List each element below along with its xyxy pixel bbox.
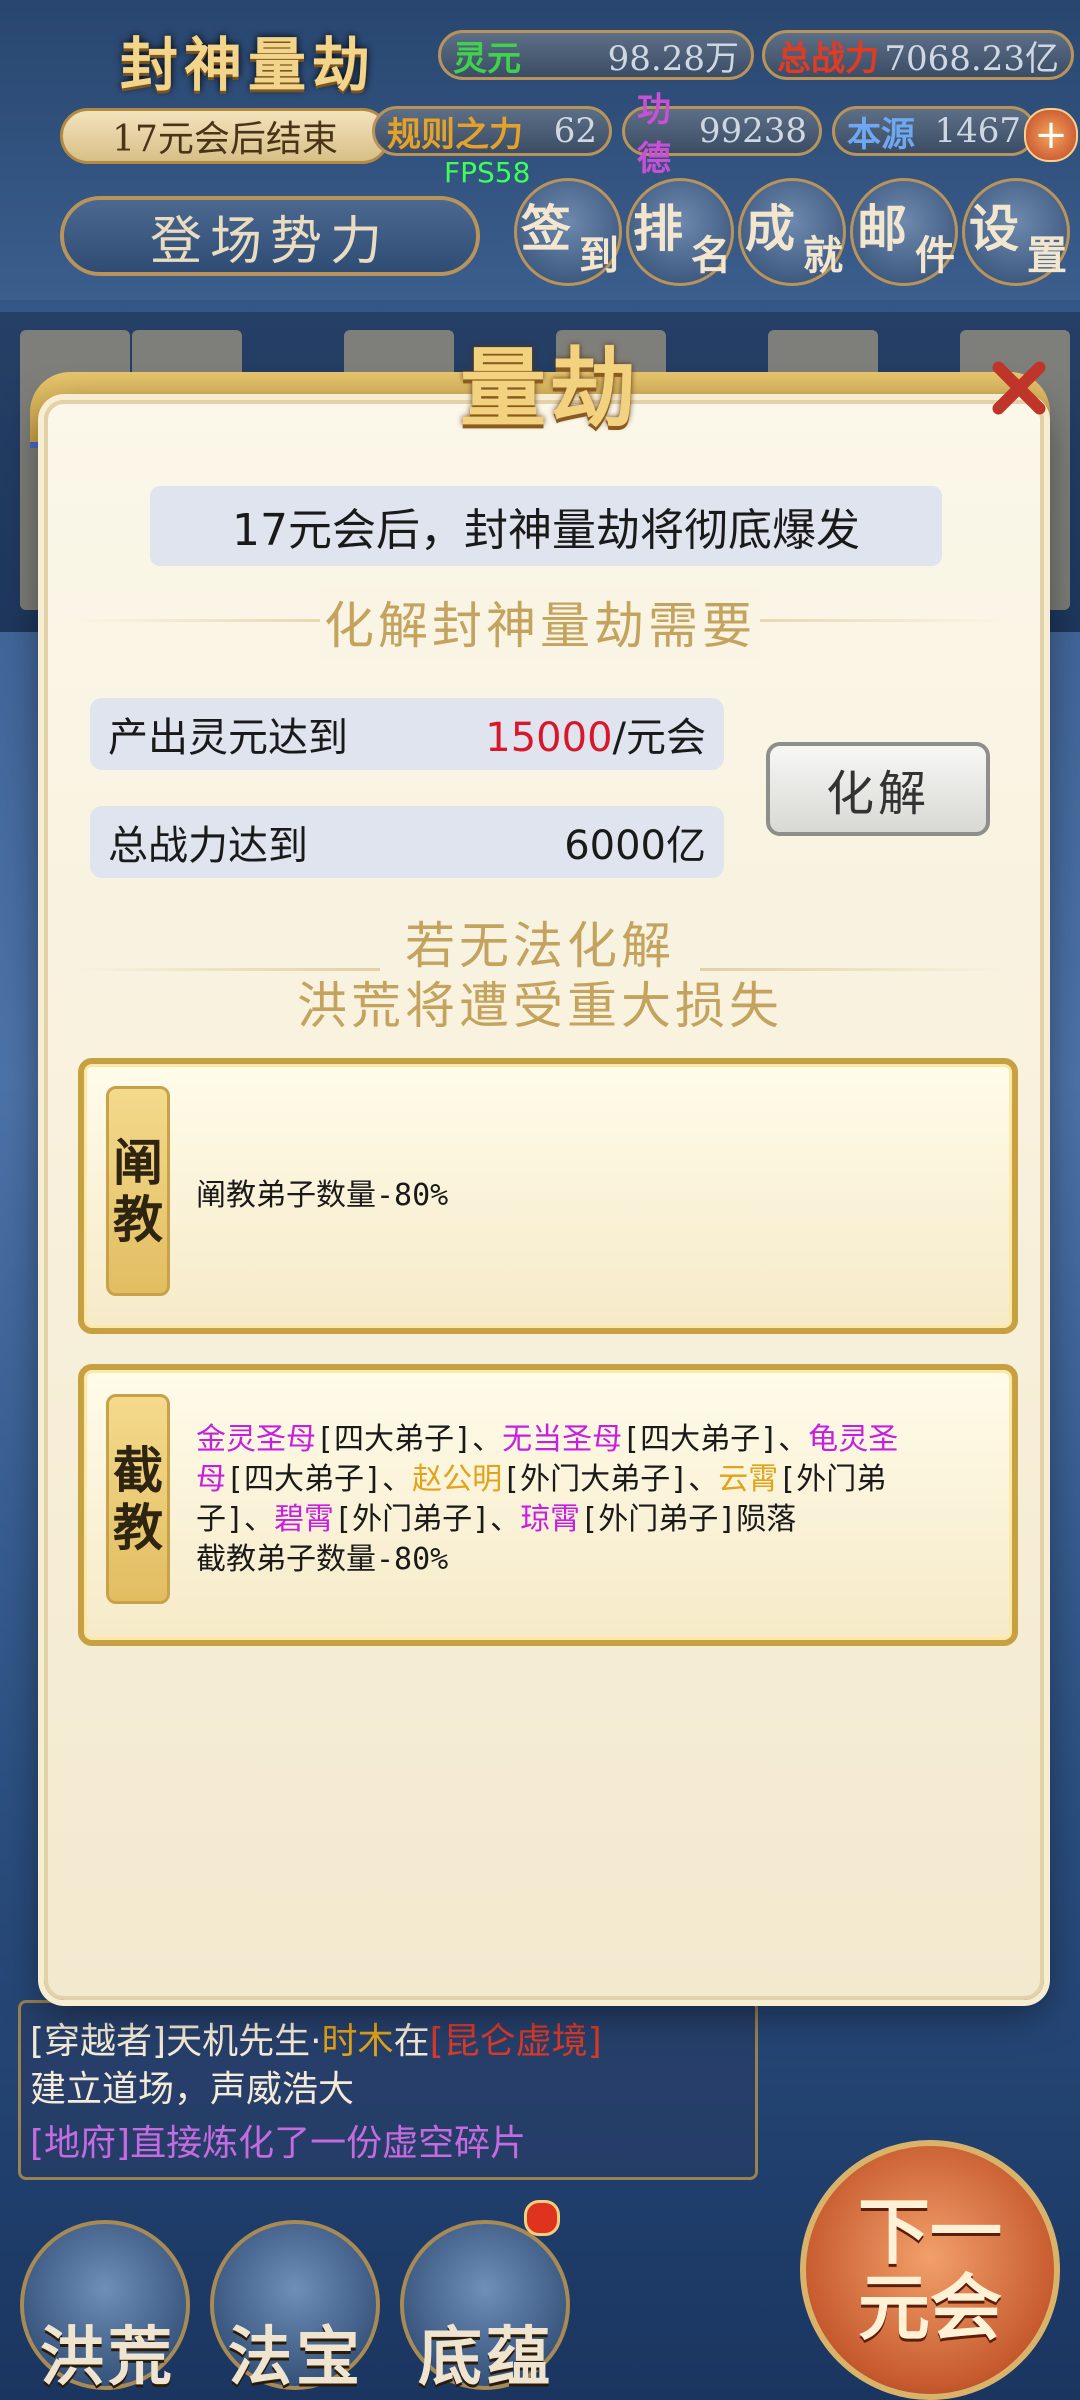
jie-sect-tag-2: 教 xyxy=(113,1498,163,1557)
requirement-lingyuan: 产出灵元达到 15000/元会 xyxy=(90,698,724,770)
requirements-title: 化解封神量劫需要 xyxy=(320,586,760,658)
log-line-1: [穿越者]天机先生·时木在[昆仑虚境] xyxy=(30,2012,602,2064)
origin-label: 本源 xyxy=(847,114,915,155)
jie-line-2: 母[四大弟子]、赵公明[外门大弟子]、云霄[外门弟 xyxy=(196,1460,996,1500)
next-era-button[interactable]: 下一 元会 xyxy=(800,2140,1060,2400)
lingyuan-stat: 灵元 98.28万 xyxy=(438,30,754,80)
rule-stat: 规则之力 62 xyxy=(372,106,612,156)
signin-label-b: 到 xyxy=(579,232,619,279)
jie-name-6: 碧霄 xyxy=(274,1502,335,1537)
requirement-power-label: 总战力达到 xyxy=(108,823,308,869)
diyun-label: 底蕴 xyxy=(418,2320,554,2395)
honghuang-label: 洪荒 xyxy=(40,2320,176,2395)
log-line-2: 建立道场，声威浩大 xyxy=(30,2069,355,2110)
merit-label: 功德 xyxy=(637,90,671,179)
merit-stat: 功德 99238 xyxy=(622,90,822,179)
failure-warning-line-2: 洪荒将遭受重大损失 xyxy=(297,977,783,1035)
jie-sect-tag: 截 教 xyxy=(106,1394,170,1604)
jie-line-4: 截教弟子数量-80% xyxy=(196,1542,449,1577)
rule-value: 62 xyxy=(553,111,597,151)
lingyuan-value: 98.28万 xyxy=(607,38,739,79)
lingyuan-label: 灵元 xyxy=(453,38,521,79)
origin-stat: 本源 1467 xyxy=(832,106,1036,156)
chan-sect-tag-2: 教 xyxy=(113,1190,163,1249)
next-era-label-2: 元会 xyxy=(857,2265,1002,2350)
origin-value: 1467 xyxy=(934,111,1021,151)
jie-name-7: 琼霄 xyxy=(520,1502,581,1537)
ranking-button[interactable]: 排 名 xyxy=(626,178,734,286)
jie-role-1: [四大弟子]、 xyxy=(316,1422,503,1457)
jie-name-1: 金灵圣母 xyxy=(196,1422,316,1457)
requirement-power: 总战力达到 6000亿 xyxy=(90,806,724,878)
jie-role-4: [外门大弟子]、 xyxy=(502,1462,719,1497)
jie-role-3: [四大弟子]、 xyxy=(226,1462,413,1497)
merit-value: 99238 xyxy=(698,111,807,151)
jie-name-2: 无当圣母 xyxy=(502,1422,623,1457)
rule-label: 规则之力 xyxy=(387,114,523,155)
chan-sect-tag-1: 阐 xyxy=(113,1132,163,1192)
jie-name-4: 赵公明 xyxy=(412,1462,503,1497)
settings-label-b: 置 xyxy=(1027,232,1067,279)
jie-role-5a: [外门弟 xyxy=(778,1462,887,1497)
power-label: 总战力 xyxy=(777,38,879,79)
jie-name-3b: 母 xyxy=(196,1462,226,1497)
requirement-lingyuan-value: 15000 xyxy=(485,715,613,761)
log-line-1-mid: 在 xyxy=(393,2021,430,2062)
ranking-label-b: 名 xyxy=(691,232,731,279)
mail-label-b: 件 xyxy=(915,232,955,279)
signin-button[interactable]: 签 到 xyxy=(514,178,622,286)
mail-button[interactable]: 邮 件 xyxy=(850,178,958,286)
jie-role-2: [四大弟子]、 xyxy=(622,1422,809,1457)
jie-sect-tag-1: 截 xyxy=(113,1440,163,1500)
jie-line-3: 子]、碧霄[外门弟子]、琼霄[外门弟子]陨落 xyxy=(196,1500,996,1540)
power-stat: 总战力 7068.23亿 xyxy=(762,30,1074,80)
log-line-1-place: [昆仑虚境] xyxy=(429,2021,602,2062)
requirement-power-value: 6000亿 xyxy=(564,823,706,869)
achievement-label-a: 成 xyxy=(745,199,795,258)
settings-label-a: 设 xyxy=(969,199,1019,258)
faction-button[interactable]: 登场势力 xyxy=(60,196,480,276)
jie-role-7: [外门弟子]陨落 xyxy=(580,1502,797,1537)
next-era-label-1: 下一 xyxy=(857,2189,1002,2275)
log-line-1-prefix: [穿越者]天机先生· xyxy=(30,2021,322,2062)
close-icon[interactable] xyxy=(978,346,1058,426)
ranking-label-a: 排 xyxy=(633,199,683,258)
resolve-button[interactable]: 化解 xyxy=(766,742,990,836)
requirement-lingyuan-label: 产出灵元达到 xyxy=(108,715,348,761)
requirement-lingyuan-unit: /元会 xyxy=(612,715,706,761)
signin-label-a: 签 xyxy=(521,199,571,258)
fabao-label: 法宝 xyxy=(228,2320,364,2395)
jie-sect-effect: 金灵圣母[四大弟子]、无当圣母[四大弟子]、龟灵圣 母[四大弟子]、赵公明[外门… xyxy=(196,1420,996,1580)
dialog-title: 量劫 xyxy=(460,338,640,439)
chan-sect-tag: 阐 教 xyxy=(106,1086,170,1296)
power-value: 7068.23亿 xyxy=(884,38,1059,79)
fps-counter: FPS58 xyxy=(444,156,531,189)
chan-sect-effect: 阐教弟子数量-80% xyxy=(196,1178,449,1213)
event-title: 封神量劫 xyxy=(120,31,377,99)
add-resource-icon[interactable]: + xyxy=(1024,108,1078,162)
log-line-3: [地府]直接炼化了一份虚空碎片 xyxy=(30,2123,527,2164)
mail-label-a: 邮 xyxy=(857,199,907,258)
jie-name-5: 云霄 xyxy=(718,1462,779,1497)
achievement-label-b: 就 xyxy=(803,232,843,279)
log-line-1-name: 时木 xyxy=(321,2021,394,2062)
countdown-notice: 17元会后，封神量劫将彻底爆发 xyxy=(150,486,942,566)
requirement-lingyuan-value-wrap: 15000/元会 xyxy=(485,705,706,763)
jie-role-6: [外门弟子]、 xyxy=(334,1502,521,1537)
jie-name-3a: 龟灵圣 xyxy=(808,1422,899,1457)
settings-button[interactable]: 设 置 xyxy=(962,178,1070,286)
countdown-timer: 17元会后结束 xyxy=(60,108,390,164)
jie-line-1: 金灵圣母[四大弟子]、无当圣母[四大弟子]、龟灵圣 xyxy=(196,1420,996,1460)
achievement-button[interactable]: 成 就 xyxy=(738,178,846,286)
notification-dot xyxy=(524,2200,560,2236)
jie-role-5b: 子]、 xyxy=(196,1502,275,1537)
